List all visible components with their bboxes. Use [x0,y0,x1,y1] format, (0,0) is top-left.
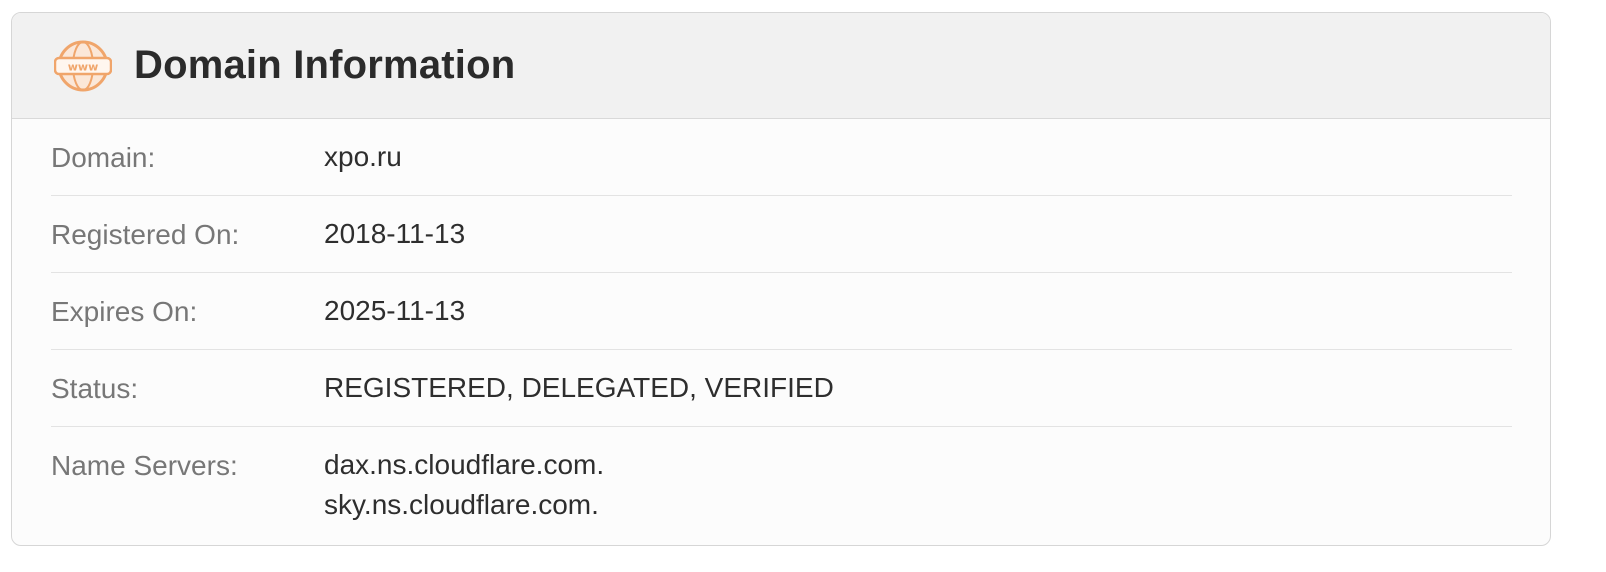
row-label: Expires On: [51,296,198,327]
row-label: Status: [51,373,139,404]
row-name-servers: Name Servers: dax.ns.cloudflare.com. sky… [51,427,1512,530]
name-server-item: dax.ns.cloudflare.com. [324,449,605,480]
row-status: Status: REGISTERED, DELEGATED, VERIFIED [51,350,1512,427]
row-label: Name Servers: [51,450,238,481]
expires-on-value: 2025-11-13 [324,295,466,326]
status-value: REGISTERED, DELEGATED, VERIFIED [324,372,834,403]
name-server-item: sky.ns.cloudflare.com. [324,488,599,520]
row-label: Domain: [51,142,156,173]
registered-on-value: 2018-11-13 [324,218,466,249]
row-domain: Domain: xpo.ru [51,119,1512,196]
row-expires-on: Expires On: 2025-11-13 [51,273,1512,350]
domain-info-table: Domain: xpo.ru Registered On: 2018-11-13… [51,119,1512,530]
panel-header: www Domain Information [12,13,1550,119]
row-label: Registered On: [51,219,240,250]
panel-title: Domain Information [134,43,516,87]
svg-text:www: www [68,60,99,73]
domain-value: xpo.ru [324,141,402,172]
name-servers-value: dax.ns.cloudflare.com. sky.ns.cloudflare… [324,427,604,530]
row-registered-on: Registered On: 2018-11-13 [51,196,1512,273]
www-globe-icon: www [54,40,112,92]
domain-information-panel: www Domain Information Domain: xpo.ru Re… [11,12,1551,546]
